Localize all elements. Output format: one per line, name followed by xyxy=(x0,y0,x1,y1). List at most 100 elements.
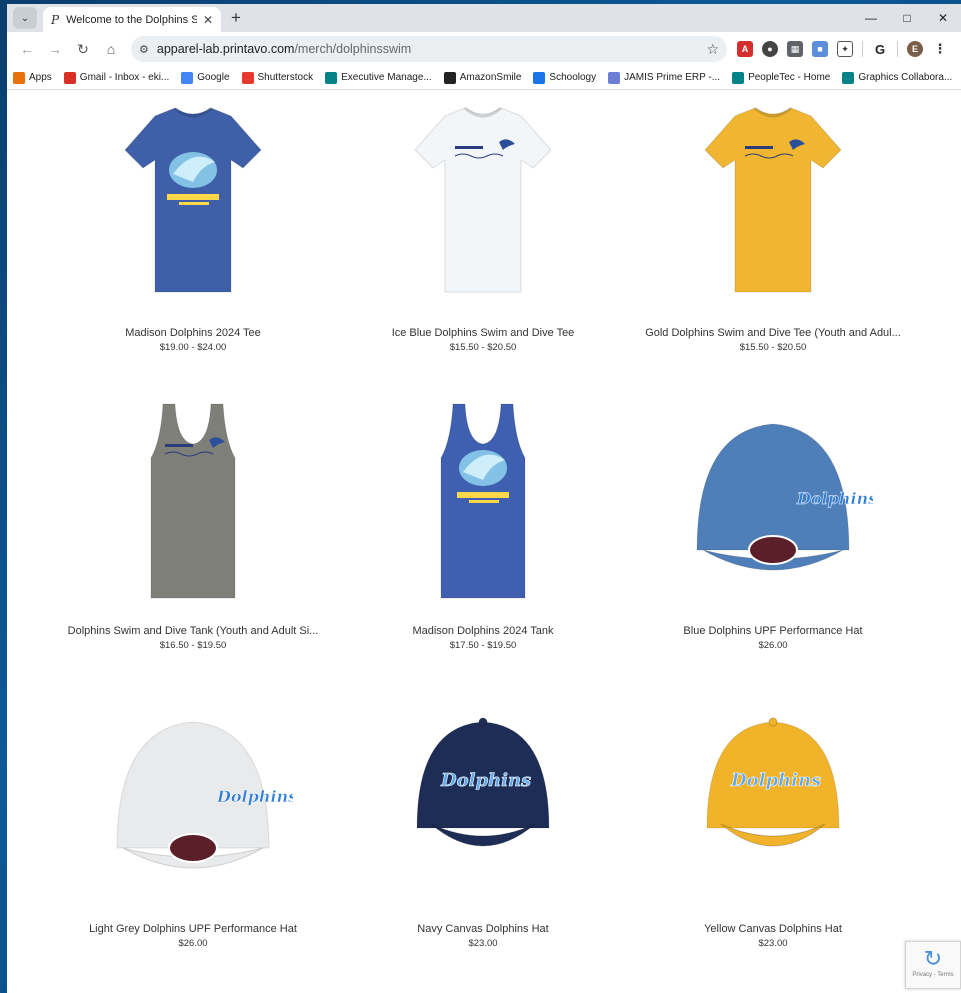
bookmark-item[interactable]: Gmail - Inbox - eki... xyxy=(63,71,170,84)
product-image[interactable] xyxy=(673,102,873,302)
product-image[interactable] xyxy=(93,102,293,302)
product-image-svg: Dolphins xyxy=(696,423,877,571)
home-button[interactable]: ⌂ xyxy=(97,41,125,57)
google-icon[interactable]: G xyxy=(872,41,888,57)
product-grid: Madison Dolphins 2024 Tee $19.00 - $24.00… xyxy=(7,90,961,993)
product-image[interactable] xyxy=(383,102,583,302)
product-image[interactable]: Dolphins xyxy=(93,698,297,898)
url-path: /merch/dolphinsswim xyxy=(294,42,412,56)
product-image-svg xyxy=(704,106,842,293)
product-name[interactable]: Madison Dolphins 2024 Tee xyxy=(53,326,333,341)
product-name[interactable]: Madison Dolphins 2024 Tank xyxy=(343,624,623,639)
svg-text:Dolphins: Dolphins xyxy=(796,489,873,508)
acrobat-extension-icon[interactable]: A xyxy=(737,41,753,57)
bookmark-label: Google xyxy=(197,72,230,83)
product-image-svg: Dolphins xyxy=(116,721,297,869)
product-price: $19.00 - $24.00 xyxy=(159,342,227,353)
recaptcha-badge[interactable]: ↻ Privacy - Terms xyxy=(905,941,961,989)
extension-icon[interactable]: ● xyxy=(762,41,778,57)
browser-window: ⌄ P Welcome to the Dolphins Swim ✕ + — □… xyxy=(7,4,961,993)
product-card[interactable]: Ice Blue Dolphins Swim and Dive Tee $15.5… xyxy=(343,102,623,353)
product-image[interactable]: Dolphins xyxy=(673,400,877,600)
svg-text:Dolphins: Dolphins xyxy=(730,770,821,791)
product-image-svg xyxy=(124,106,262,293)
browser-menu-icon[interactable]: ⋮ xyxy=(932,41,948,57)
amazon-icon xyxy=(443,71,456,84)
toolbar-separator xyxy=(862,41,863,57)
product-name[interactable]: Navy Canvas Dolphins Hat xyxy=(343,922,623,937)
product-card[interactable]: Gold Dolphins Swim and Dive Tee (Youth a… xyxy=(633,102,913,353)
product-image-svg xyxy=(440,403,526,599)
product-image[interactable] xyxy=(383,400,583,600)
minimize-button[interactable]: — xyxy=(853,4,889,32)
svg-text:Dolphins: Dolphins xyxy=(216,787,293,806)
bookmark-star-icon[interactable]: ☆ xyxy=(706,41,719,58)
extension-icon[interactable]: ▦ xyxy=(787,41,803,57)
bookmark-item[interactable]: Apps xyxy=(13,71,52,84)
window-controls: — □ ✕ xyxy=(853,4,961,32)
product-name[interactable]: Gold Dolphins Swim and Dive Tee (Youth a… xyxy=(633,326,913,341)
browser-toolbar: ← → ↻ ⌂ ⚙ apparel-lab.printavo.com/merch… xyxy=(7,32,961,66)
bookmark-item[interactable]: Schoology xyxy=(533,71,596,84)
tab-title: Welcome to the Dolphins Swim xyxy=(66,13,197,26)
product-card[interactable]: Madison Dolphins 2024 Tank $17.50 - $19.5… xyxy=(343,400,623,651)
bookmark-item[interactable]: PeopleTec - Home xyxy=(732,71,830,84)
bookmark-item[interactable]: Shutterstock xyxy=(241,71,313,84)
bookmark-label: Gmail - Inbox - eki... xyxy=(79,72,170,83)
back-button[interactable]: ← xyxy=(13,41,41,57)
bookmarks-bar: Apps Gmail - Inbox - eki... Google Shutters… xyxy=(7,66,961,90)
bookmark-item[interactable]: JAMIS Prime ERP -... xyxy=(608,71,721,84)
product-card[interactable]: Madison Dolphins 2024 Tee $19.00 - $24.00 xyxy=(53,102,333,353)
schoology-icon xyxy=(533,71,546,84)
bookmark-label: JAMIS Prime ERP -... xyxy=(624,72,721,83)
product-price: $23.00 xyxy=(468,938,498,949)
product-name[interactable]: Yellow Canvas Dolphins Hat xyxy=(633,922,913,937)
extension-icon[interactable]: ■ xyxy=(812,41,828,57)
shutterstock-icon xyxy=(241,71,254,84)
tab-search-button[interactable]: ⌄ xyxy=(13,7,37,29)
maximize-button[interactable]: □ xyxy=(889,4,925,32)
product-image[interactable] xyxy=(93,400,293,600)
product-name[interactable]: Dolphins Swim and Dive Tank (Youth and A… xyxy=(53,624,333,639)
bookmark-item[interactable]: Graphics Collabora... xyxy=(842,71,953,84)
product-card[interactable]: Dolphins Navy Canvas Dolphins Hat $23.00 xyxy=(343,698,623,949)
bookmark-label: Apps xyxy=(29,72,52,83)
sharepoint-icon xyxy=(325,71,338,84)
close-window-button[interactable]: ✕ xyxy=(925,4,961,32)
product-card[interactable]: Dolphins Light Grey Dolphins UPF Performa… xyxy=(53,698,333,949)
bookmark-item[interactable]: Executive Manage... xyxy=(325,71,432,84)
close-tab-icon[interactable]: ✕ xyxy=(203,13,213,27)
product-card[interactable]: Dolphins Blue Dolphins UPF Performance Ha… xyxy=(633,400,913,651)
product-name[interactable]: Light Grey Dolphins UPF Performance Hat xyxy=(53,922,333,937)
bookmark-item[interactable]: Google xyxy=(181,71,230,84)
product-image[interactable]: Dolphins xyxy=(673,698,873,898)
reload-button[interactable]: ↻ xyxy=(69,41,97,58)
address-bar[interactable]: ⚙ apparel-lab.printavo.com/merch/dolphin… xyxy=(131,36,727,62)
new-tab-button[interactable]: + xyxy=(231,8,241,28)
tab-active[interactable]: P Welcome to the Dolphins Swim ✕ xyxy=(43,7,221,32)
product-price: $23.00 xyxy=(758,938,788,949)
extensions-area: A ● ▦ ■ ✦ G E ⋮ xyxy=(737,41,948,57)
tab-strip: ⌄ P Welcome to the Dolphins Swim ✕ + — □… xyxy=(7,4,961,32)
bookmark-label: Graphics Collabora... xyxy=(858,72,953,83)
bookmark-label: Executive Manage... xyxy=(341,72,432,83)
bookmark-item[interactable]: AmazonSmile xyxy=(443,71,521,84)
forward-button[interactable]: → xyxy=(41,41,69,57)
extensions-puzzle-icon[interactable]: ✦ xyxy=(837,41,853,57)
product-image-svg xyxy=(414,106,552,293)
product-image-svg: Dolphins xyxy=(706,717,840,847)
profile-avatar[interactable]: E xyxy=(907,41,923,57)
sharepoint-icon xyxy=(732,71,745,84)
product-card[interactable]: Dolphins Yellow Canvas Dolphins Hat $23.00 xyxy=(633,698,913,949)
product-price: $15.50 - $20.50 xyxy=(739,342,807,353)
product-image-svg xyxy=(150,403,236,599)
product-name[interactable]: Blue Dolphins UPF Performance Hat xyxy=(633,624,913,639)
sharepoint-icon xyxy=(842,71,855,84)
product-card[interactable]: Dolphins Swim and Dive Tank (Youth and A… xyxy=(53,400,333,651)
jamis-icon xyxy=(608,71,621,84)
product-image[interactable]: Dolphins xyxy=(383,698,583,898)
product-name[interactable]: Ice Blue Dolphins Swim and Dive Tee xyxy=(343,326,623,341)
product-price: $17.50 - $19.50 xyxy=(449,640,517,651)
gmail-icon xyxy=(63,71,76,84)
site-info-icon[interactable]: ⚙ xyxy=(139,43,149,56)
